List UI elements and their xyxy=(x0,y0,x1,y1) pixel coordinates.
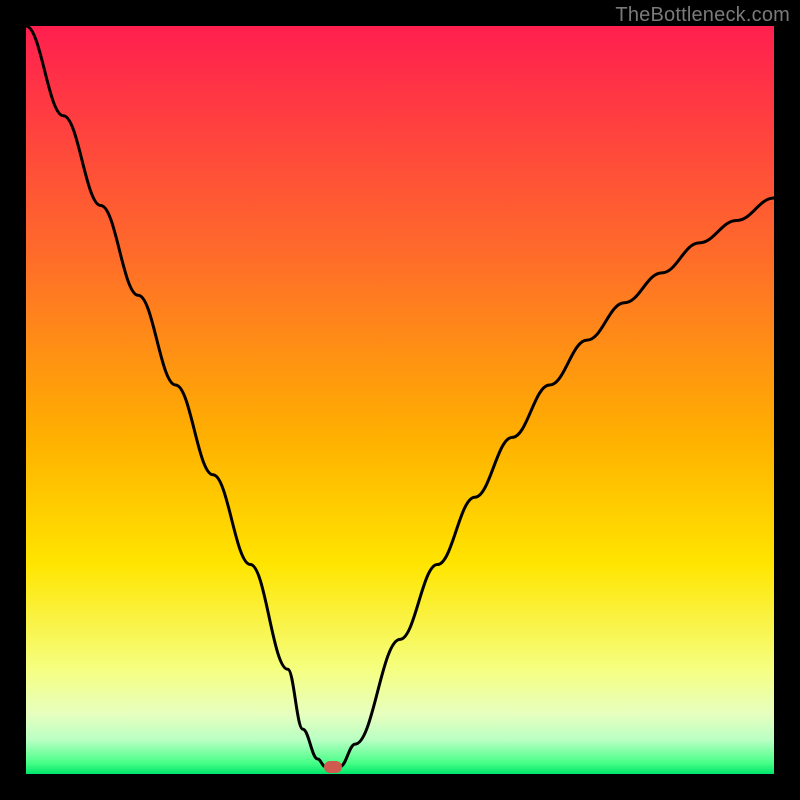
curve-layer xyxy=(26,26,774,774)
watermark-text: TheBottleneck.com xyxy=(615,4,790,27)
plot-area xyxy=(26,26,774,774)
bottleneck-curve xyxy=(26,26,774,767)
chart-frame: TheBottleneck.com xyxy=(0,0,800,800)
